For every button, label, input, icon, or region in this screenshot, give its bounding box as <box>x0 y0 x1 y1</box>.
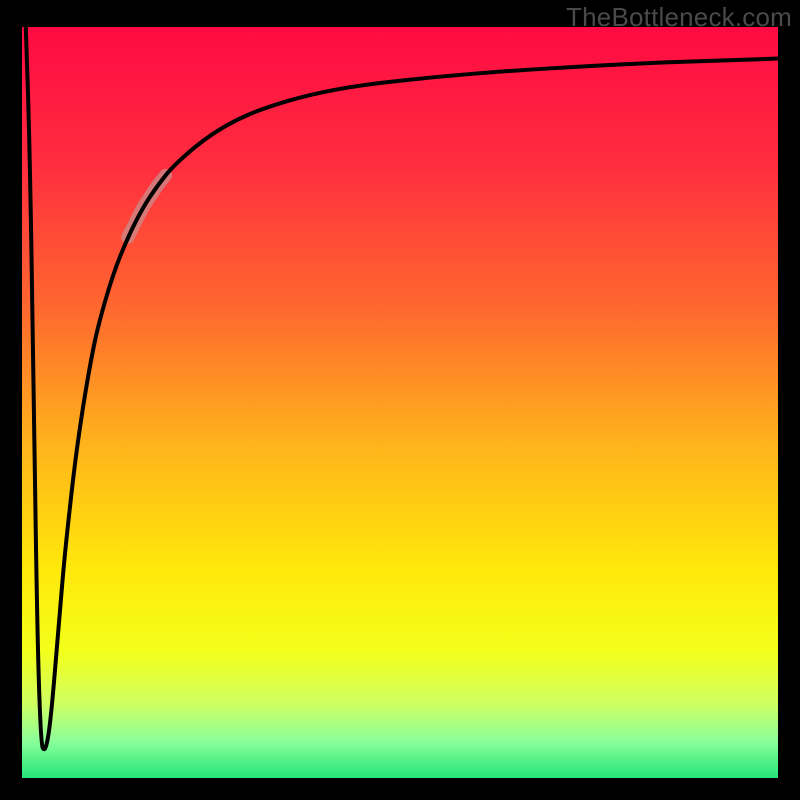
chart-frame: TheBottleneck.com <box>0 0 800 800</box>
gradient-backdrop <box>22 27 778 778</box>
plot-area <box>22 27 778 778</box>
plot-svg <box>22 27 778 778</box>
